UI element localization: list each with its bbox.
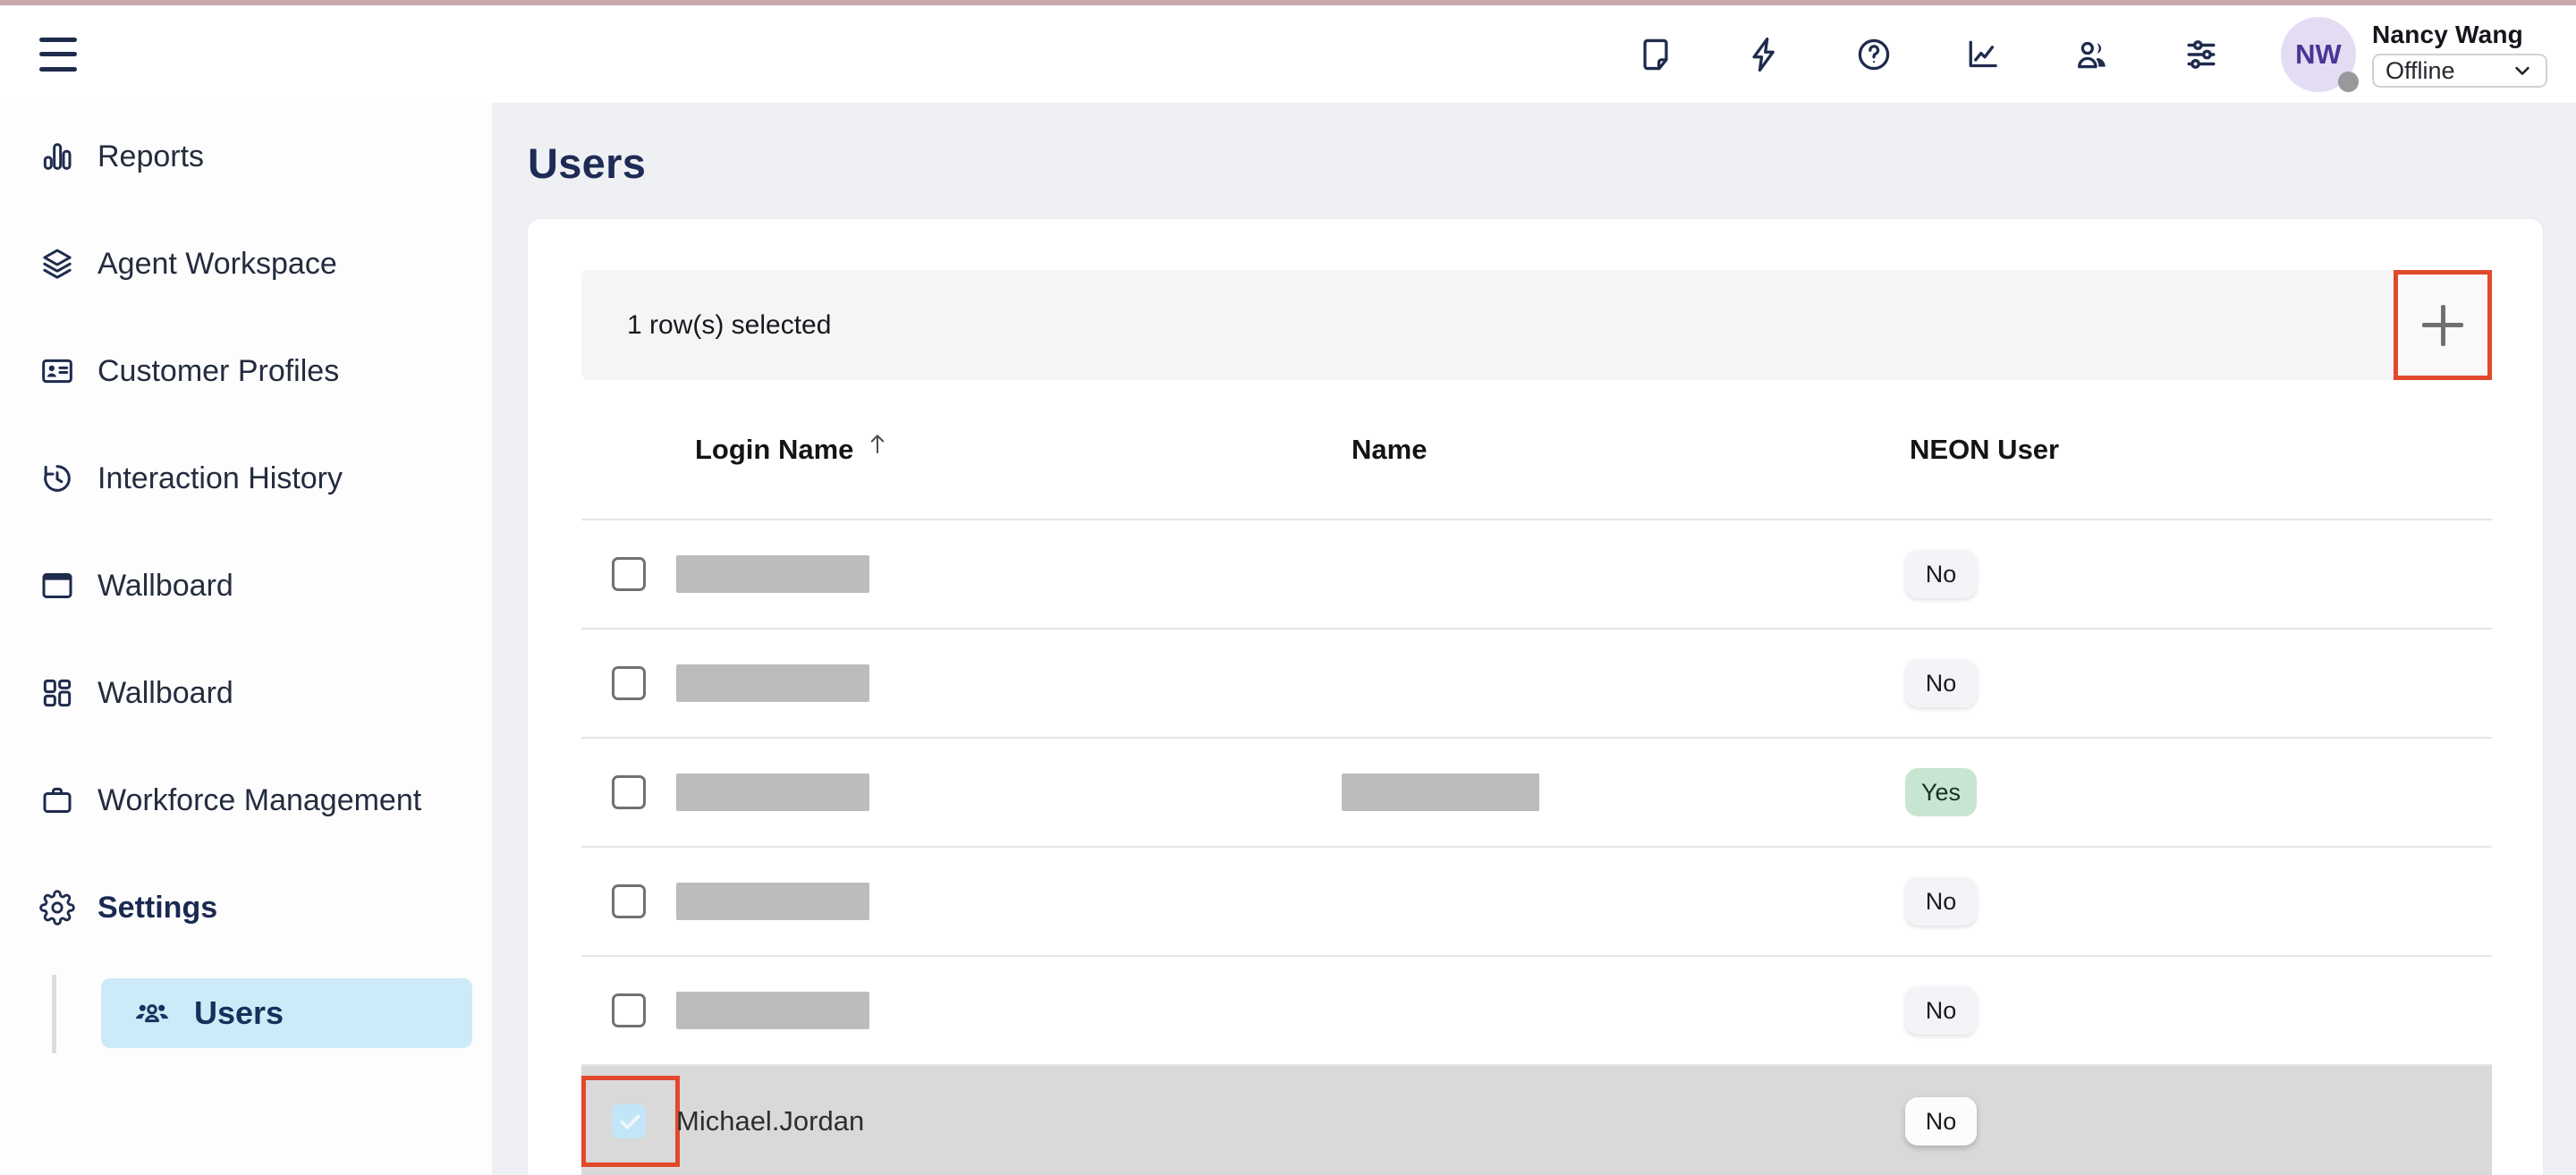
neon-user-badge: No [1905, 877, 1977, 926]
layers-icon [39, 246, 75, 282]
neon-user-badge: Yes [1905, 768, 1977, 816]
sidebar-item-settings[interactable]: Settings [0, 854, 492, 961]
hamburger-menu-button[interactable] [39, 36, 80, 73]
table-row[interactable]: No [581, 520, 2492, 630]
plus-icon [2422, 305, 2463, 346]
sidebar-item-label: Users [194, 994, 284, 1032]
sidebar-item-label: Wallboard [97, 676, 233, 711]
table-row[interactable]: No [581, 848, 2492, 957]
sidebar: Reports Agent Workspace Customer Profiles I… [0, 103, 492, 1175]
user-chip: NW Nancy Wang Offline [2281, 17, 2547, 92]
table-header-row: Login Name Name NEON User [581, 380, 2492, 520]
row-checkbox[interactable] [612, 1104, 646, 1138]
status-dropdown[interactable]: Offline [2372, 54, 2547, 88]
sliders-icon [2182, 35, 2221, 74]
selection-count-text: 1 row(s) selected [627, 310, 831, 341]
name-cell [1342, 773, 1539, 811]
bars-icon [39, 139, 75, 174]
chart-icon [1963, 35, 2003, 74]
sidebar-item-wallboard[interactable]: Wallboard [0, 532, 492, 639]
neon-user-badge: No [1905, 986, 1977, 1035]
group-icon [133, 994, 171, 1032]
table-row[interactable]: No [581, 630, 2492, 739]
user-name: Nancy Wang [2372, 21, 2547, 49]
user-meta: Nancy Wang Offline [2372, 21, 2547, 88]
header-right-section: NW Nancy Wang Offline [1635, 5, 2547, 103]
add-user-button[interactable] [2394, 270, 2492, 380]
column-header-name[interactable]: Name [1352, 434, 1427, 466]
people-icon [2072, 35, 2112, 74]
sidebar-nav: Reports Agent Workspace Customer Profiles I… [0, 103, 492, 961]
column-header-login-name[interactable]: Login Name [695, 434, 891, 466]
preferences-button[interactable] [2181, 34, 2222, 75]
sidebar-item-label: Reports [97, 139, 204, 174]
avatar-initials: NW [2295, 38, 2342, 71]
sidebar-item-label: Wallboard [97, 569, 233, 604]
table-row[interactable]: Michael.Jordan No [581, 1066, 2492, 1175]
chevron-down-icon [2510, 58, 2535, 83]
row-checkbox[interactable] [612, 775, 646, 809]
app-window: NW Nancy Wang Offline Reports Agent Works… [0, 0, 2576, 1175]
status-dropdown-value: Offline [2385, 57, 2510, 85]
row-checkbox[interactable] [612, 557, 646, 591]
quick-actions-button[interactable] [1744, 34, 1785, 75]
row-checkbox[interactable] [612, 884, 646, 918]
sidebar-item-reports[interactable]: Reports [0, 103, 492, 210]
sidebar-item-agent-workspace[interactable]: Agent Workspace [0, 210, 492, 317]
main-content: Users 1 row(s) selected Login Name Name … [492, 103, 2576, 1175]
header-icon-row [1635, 34, 2222, 75]
sidebar-item-label: Customer Profiles [97, 354, 339, 389]
notes-button[interactable] [1635, 34, 1676, 75]
history-icon [39, 461, 75, 496]
neon-user-badge: No [1905, 1097, 1977, 1145]
row-checkbox[interactable] [612, 666, 646, 700]
page-title: Users [528, 139, 2576, 188]
settings-submenu: Users [0, 978, 492, 1048]
sort-ascending-icon [864, 430, 891, 457]
login-name-cell [676, 992, 869, 1029]
sidebar-item-users[interactable]: Users [101, 978, 472, 1048]
offline-status-dot-icon [2338, 72, 2359, 92]
row-checkbox[interactable] [612, 993, 646, 1027]
bolt-icon [1745, 35, 1784, 74]
submenu-guide-line [52, 975, 56, 1053]
idcard-icon [39, 353, 75, 389]
briefcase-icon [39, 782, 75, 818]
gear-icon [39, 890, 75, 926]
table-row[interactable]: Yes [581, 739, 2492, 848]
login-name-cell [676, 664, 869, 702]
login-name-cell [676, 555, 869, 593]
neon-user-badge: No [1905, 550, 1977, 598]
login-name-cell [676, 883, 869, 920]
contacts-button[interactable] [2072, 34, 2113, 75]
selection-toolbar: 1 row(s) selected [581, 270, 2492, 380]
analytics-button[interactable] [1962, 34, 2004, 75]
login-name-cell [676, 773, 869, 811]
grid-icon [39, 675, 75, 711]
sidebar-item-customer-profiles[interactable]: Customer Profiles [0, 317, 492, 425]
avatar[interactable]: NW [2281, 17, 2356, 92]
sidebar-item-label: Agent Workspace [97, 247, 337, 282]
sidebar-item-label: Workforce Management [97, 783, 421, 818]
sidebar-item-wallboard[interactable]: Wallboard [0, 639, 492, 747]
window-icon [39, 568, 75, 604]
table-row[interactable]: No [581, 957, 2492, 1066]
neon-user-badge: No [1905, 659, 1977, 707]
sidebar-item-label: Interaction History [97, 461, 343, 496]
app-header: NW Nancy Wang Offline [0, 5, 2576, 103]
sidebar-item-interaction-history[interactable]: Interaction History [0, 425, 492, 532]
login-name-cell: Michael.Jordan [676, 1105, 864, 1137]
sidebar-item-label: Settings [97, 891, 217, 926]
help-icon [1854, 35, 1894, 74]
users-card: 1 row(s) selected Login Name Name NEON U… [528, 219, 2543, 1175]
column-header-neon-user[interactable]: NEON User [1910, 434, 2059, 466]
sidebar-item-workforce-management[interactable]: Workforce Management [0, 747, 492, 854]
table-body: No No Yes N [581, 520, 2492, 1175]
note-icon [1636, 35, 1675, 74]
help-button[interactable] [1853, 34, 1894, 75]
